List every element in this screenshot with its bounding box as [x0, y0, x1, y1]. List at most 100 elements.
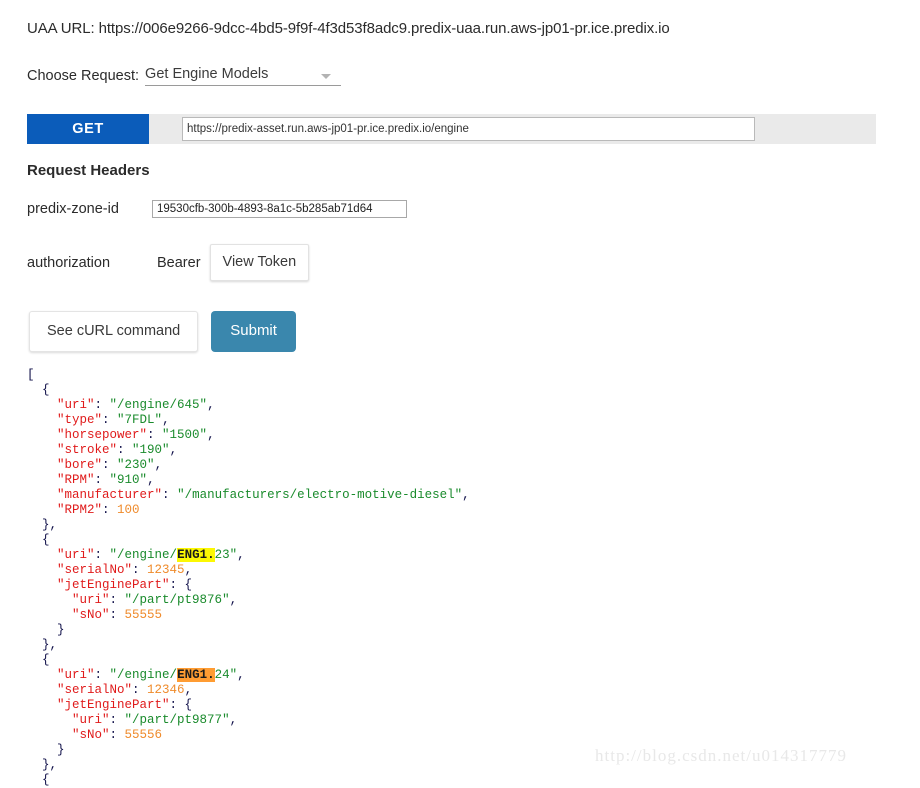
response-json-line: "jetEnginePart": {	[27, 698, 887, 713]
authorization-label: authorization	[27, 254, 111, 271]
json-string-value: "/engine/645"	[109, 398, 208, 412]
json-string-value: 24"	[214, 668, 238, 682]
header-row-authorization: authorization Bearer View Token	[27, 244, 310, 281]
json-key: "uri"	[57, 548, 95, 562]
json-punctuation: ,	[184, 563, 193, 577]
response-json-line: "uri": "/engine/645",	[27, 398, 887, 413]
json-punctuation: ,	[229, 713, 238, 727]
json-string-value: "230"	[117, 458, 155, 472]
json-punctuation: ,	[162, 413, 170, 427]
json-key: "stroke"	[57, 443, 118, 457]
json-string-value: "190"	[132, 443, 170, 457]
json-key: "uri"	[57, 398, 95, 412]
response-json-line: },	[27, 518, 887, 533]
json-punctuation: ,	[229, 593, 238, 607]
predix-zone-id-input[interactable]: 19530cfb-300b-4893-8a1c-5b285ab71d64	[152, 200, 407, 218]
json-punctuation: }	[57, 623, 65, 637]
json-punctuation: ,	[154, 458, 163, 472]
json-punctuation: ,	[147, 473, 155, 487]
json-punctuation: ,	[184, 683, 193, 697]
response-json-line: }	[27, 623, 887, 638]
response-json-line: {	[27, 533, 887, 548]
json-punctuation: :	[94, 398, 110, 412]
chevron-down-icon	[321, 74, 332, 79]
json-number-value: 12345	[147, 563, 185, 577]
json-key: "serialNo"	[57, 683, 133, 697]
json-punctuation: :	[132, 563, 148, 577]
json-key: "serialNo"	[57, 563, 133, 577]
watermark-text: http://blog.csdn.net/u014317779	[595, 746, 847, 765]
json-punctuation: {	[42, 383, 50, 397]
request-bar: GET https://predix-asset.run.aws-jp01-pr…	[27, 114, 876, 144]
json-punctuation: :	[94, 473, 110, 487]
json-punctuation: },	[42, 638, 58, 652]
json-punctuation: ,	[462, 488, 470, 502]
json-punctuation: :	[102, 503, 118, 517]
json-punctuation: :	[109, 608, 125, 622]
response-json-line: {	[27, 773, 887, 788]
response-json-line: "bore": "230",	[27, 458, 887, 473]
response-json-line: },	[27, 638, 887, 653]
json-string-value: "/engine/	[109, 548, 178, 562]
json-punctuation: : {	[169, 578, 193, 592]
json-string-value: "/part/pt9876"	[124, 593, 230, 607]
response-json-line: "uri": "/engine/ENG1.23",	[27, 548, 887, 563]
json-punctuation: :	[109, 713, 125, 727]
json-number-value: 12346	[147, 683, 185, 697]
json-key: "uri"	[57, 668, 95, 682]
see-curl-command-button[interactable]: See cURL command	[29, 311, 199, 352]
request-select[interactable]: Get Engine Models	[145, 66, 342, 86]
header-row-predix-zone-id: predix-zone-id 19530cfb-300b-4893-8a1c-5…	[27, 200, 407, 218]
json-punctuation: :	[117, 443, 133, 457]
json-punctuation: :	[132, 683, 148, 697]
json-punctuation: ,	[237, 668, 245, 682]
json-punctuation: :	[109, 728, 125, 742]
json-punctuation: :	[94, 548, 110, 562]
choose-request-row: Choose Request: Get Engine Models	[27, 66, 342, 86]
json-punctuation: :	[94, 668, 110, 682]
json-punctuation: :	[102, 458, 118, 472]
response-json-viewer[interactable]: [ { "uri": "/engine/645", "type": "7FDL"…	[27, 368, 887, 788]
json-punctuation: {	[42, 653, 50, 667]
json-string-value: "910"	[109, 473, 148, 487]
json-key: "sNo"	[72, 728, 110, 742]
json-punctuation: :	[162, 488, 178, 502]
json-number-value: 55555	[124, 608, 163, 622]
response-json-line: {	[27, 653, 887, 668]
uaa-url-text: UAA URL: https://006e9266-9dcc-4bd5-9f9f…	[27, 20, 670, 37]
json-string-value: "7FDL"	[117, 413, 163, 427]
choose-request-label: Choose Request:	[27, 68, 140, 84]
response-json-line: "manufacturer": "/manufacturers/electro-…	[27, 488, 887, 503]
response-json-line: "RPM2": 100	[27, 503, 887, 518]
response-json-line: {	[27, 383, 887, 398]
json-punctuation: :	[147, 428, 163, 442]
json-punctuation: ,	[207, 428, 215, 442]
response-json-line: [	[27, 368, 887, 383]
json-punctuation: }	[57, 743, 65, 757]
response-json-line: "uri": "/part/pt9877",	[27, 713, 887, 728]
request-headers-title: Request Headers	[27, 162, 150, 179]
response-json-line: "uri": "/engine/ENG1.24",	[27, 668, 887, 683]
action-buttons: See cURL command Submit	[29, 311, 296, 352]
json-punctuation: :	[102, 413, 118, 427]
response-json-line: "sNo": 55555	[27, 608, 887, 623]
search-match-highlight: ENG1.	[177, 668, 215, 682]
json-key: "jetEnginePart"	[57, 578, 170, 592]
json-string-value: 23"	[214, 548, 238, 562]
json-key: "RPM"	[57, 473, 95, 487]
submit-button[interactable]: Submit	[211, 311, 296, 352]
json-punctuation: : {	[169, 698, 193, 712]
view-token-button[interactable]: View Token	[209, 244, 310, 281]
json-key: "bore"	[57, 458, 103, 472]
json-number-value: 100	[117, 503, 140, 517]
json-punctuation: :	[109, 593, 125, 607]
response-json-line: "serialNo": 12346,	[27, 683, 887, 698]
response-json-line: "type": "7FDL",	[27, 413, 887, 428]
json-key: "manufacturer"	[57, 488, 163, 502]
request-url-input[interactable]: https://predix-asset.run.aws-jp01-pr.ice…	[182, 117, 755, 141]
json-punctuation: [	[27, 368, 35, 382]
get-method-button[interactable]: GET	[27, 114, 149, 144]
json-string-value: "/manufacturers/electro-motive-diesel"	[177, 488, 463, 502]
json-key: "RPM2"	[57, 503, 103, 517]
search-match-highlight: ENG1.	[177, 548, 215, 562]
